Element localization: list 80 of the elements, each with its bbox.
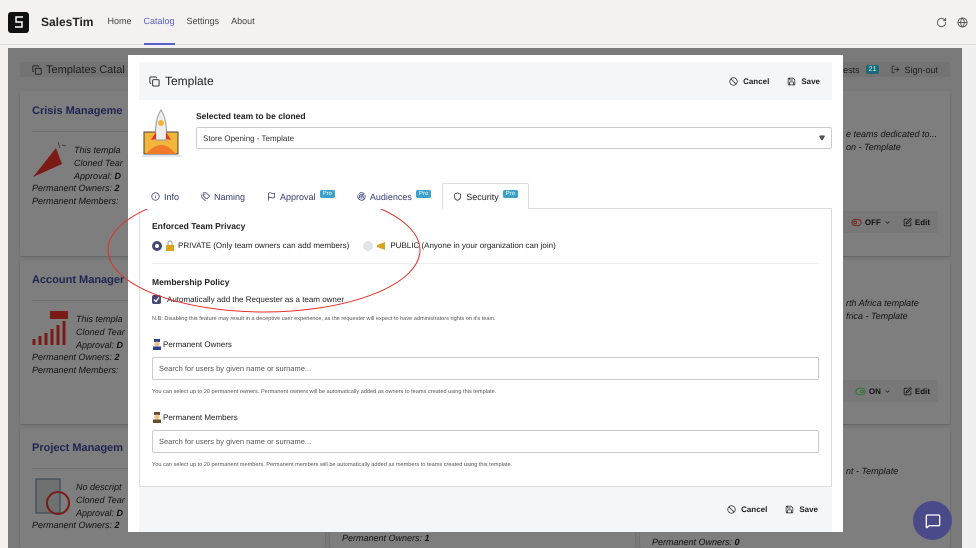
- save-button[interactable]: Save: [783, 503, 820, 516]
- card-text: Cloned Tear: [76, 495, 125, 506]
- radio-dot[interactable]: [363, 240, 374, 250]
- card-text: on - Template: [846, 142, 902, 153]
- app-logo: [8, 12, 29, 32]
- card-text: Approval: D: [76, 508, 124, 519]
- requester-checkbox[interactable]: Automatically add the Requester as a team owner: [152, 295, 819, 304]
- dialog-title: Template: [165, 74, 214, 88]
- card-text: e teams dedicated to...: [846, 129, 938, 140]
- sign-out-link[interactable]: Sign-out: [891, 64, 938, 74]
- card-stat: Permanent Owners: 1: [342, 533, 430, 543]
- team-select[interactable]: Store Opening - Template: [196, 127, 832, 149]
- sign-out-icon: [891, 65, 900, 74]
- rocket-drawing: [142, 108, 182, 160]
- card-stat: Permanent Members:: [32, 365, 119, 375]
- cancel-button[interactable]: Cancel: [727, 74, 772, 88]
- card-text: No descript: [76, 482, 123, 493]
- card-text: frica - Template: [846, 311, 909, 322]
- catalog-title: Templates Catal: [46, 64, 125, 76]
- privacy-radio[interactable]: PUBLIC (Anyone in your organization can join): [363, 240, 556, 250]
- save-icon: [787, 76, 796, 86]
- radar-icon: [356, 192, 366, 201]
- cancel-button[interactable]: Cancel: [725, 503, 770, 516]
- card-title: Crisis Manageme: [32, 104, 122, 119]
- cancel-icon: [727, 505, 736, 514]
- flag-icon: [267, 192, 276, 201]
- edit-icon: [902, 386, 912, 396]
- chart-drawing: [32, 309, 70, 347]
- privacy-radio[interactable]: PRIVATE (Only team owners can add members): [152, 240, 350, 251]
- toggle-dropdown[interactable]: OFF: [850, 216, 891, 228]
- requests-label[interactable]: ests: [843, 64, 860, 74]
- chat-icon: [924, 512, 940, 528]
- refresh-icon[interactable]: [936, 16, 947, 28]
- field-label: Selected team to be cloned: [196, 111, 307, 121]
- nav-link[interactable]: About: [231, 0, 255, 44]
- tags-icon: [201, 192, 210, 201]
- section-title: Enforced Team Privacy: [152, 221, 246, 231]
- cancel-icon: [729, 76, 738, 86]
- shield-icon: [453, 192, 462, 201]
- toggle-on-icon: [854, 386, 866, 396]
- card-title: Project Managem: [32, 441, 124, 456]
- toggle-dropdown[interactable]: ON: [854, 386, 891, 396]
- card-text: Cloned Tear: [74, 158, 123, 169]
- card-text: Approval: D: [76, 340, 124, 351]
- megaphone-icon: [376, 240, 388, 250]
- info-icon: [151, 192, 160, 201]
- card-stat: Permanent Owners: 2: [32, 183, 120, 193]
- caret-icon: [884, 218, 891, 226]
- card-text: Cloned Tear: [76, 327, 125, 338]
- globe-icon[interactable]: [957, 16, 968, 28]
- card-text: Approval: D: [74, 171, 122, 182]
- nav-link[interactable]: Home: [107, 0, 132, 44]
- app-name: SalesTim: [41, 15, 94, 29]
- save-icon: [785, 505, 794, 514]
- card-text: nt - Template: [846, 466, 900, 477]
- card-text: rth Africa template: [846, 298, 920, 309]
- edit-icon: [902, 218, 912, 226]
- card-title: Account Manager: [32, 273, 124, 288]
- caret-icon: [884, 388, 891, 394]
- lock-icon: [165, 240, 175, 251]
- edit-button[interactable]: Edit: [902, 218, 930, 226]
- card-text: This templa: [74, 145, 122, 156]
- caret-icon: [819, 135, 825, 141]
- card-stat: Permanent Owners: 2: [32, 352, 120, 362]
- nav-link[interactable]: Catalog: [144, 0, 175, 44]
- card-stat: Permanent Owners: 0: [652, 537, 740, 547]
- checkbox[interactable]: [152, 295, 161, 304]
- copy-icon: [149, 76, 160, 86]
- field-label: Permanent Owners: [163, 340, 232, 349]
- field-label: Permanent Members: [163, 413, 238, 422]
- nav-link[interactable]: Settings: [186, 0, 220, 44]
- copy-icon: [32, 64, 42, 74]
- card-text: This templa: [76, 314, 124, 325]
- card-stat: Permanent Members:: [32, 196, 119, 206]
- save-button[interactable]: Save: [785, 74, 822, 88]
- section-title: Membership Policy: [152, 277, 230, 287]
- edit-button[interactable]: Edit: [902, 386, 930, 396]
- toggle-off-icon: [850, 216, 862, 228]
- radio-dot[interactable]: [152, 240, 162, 250]
- card-stat: Permanent Owners: 2: [32, 520, 120, 530]
